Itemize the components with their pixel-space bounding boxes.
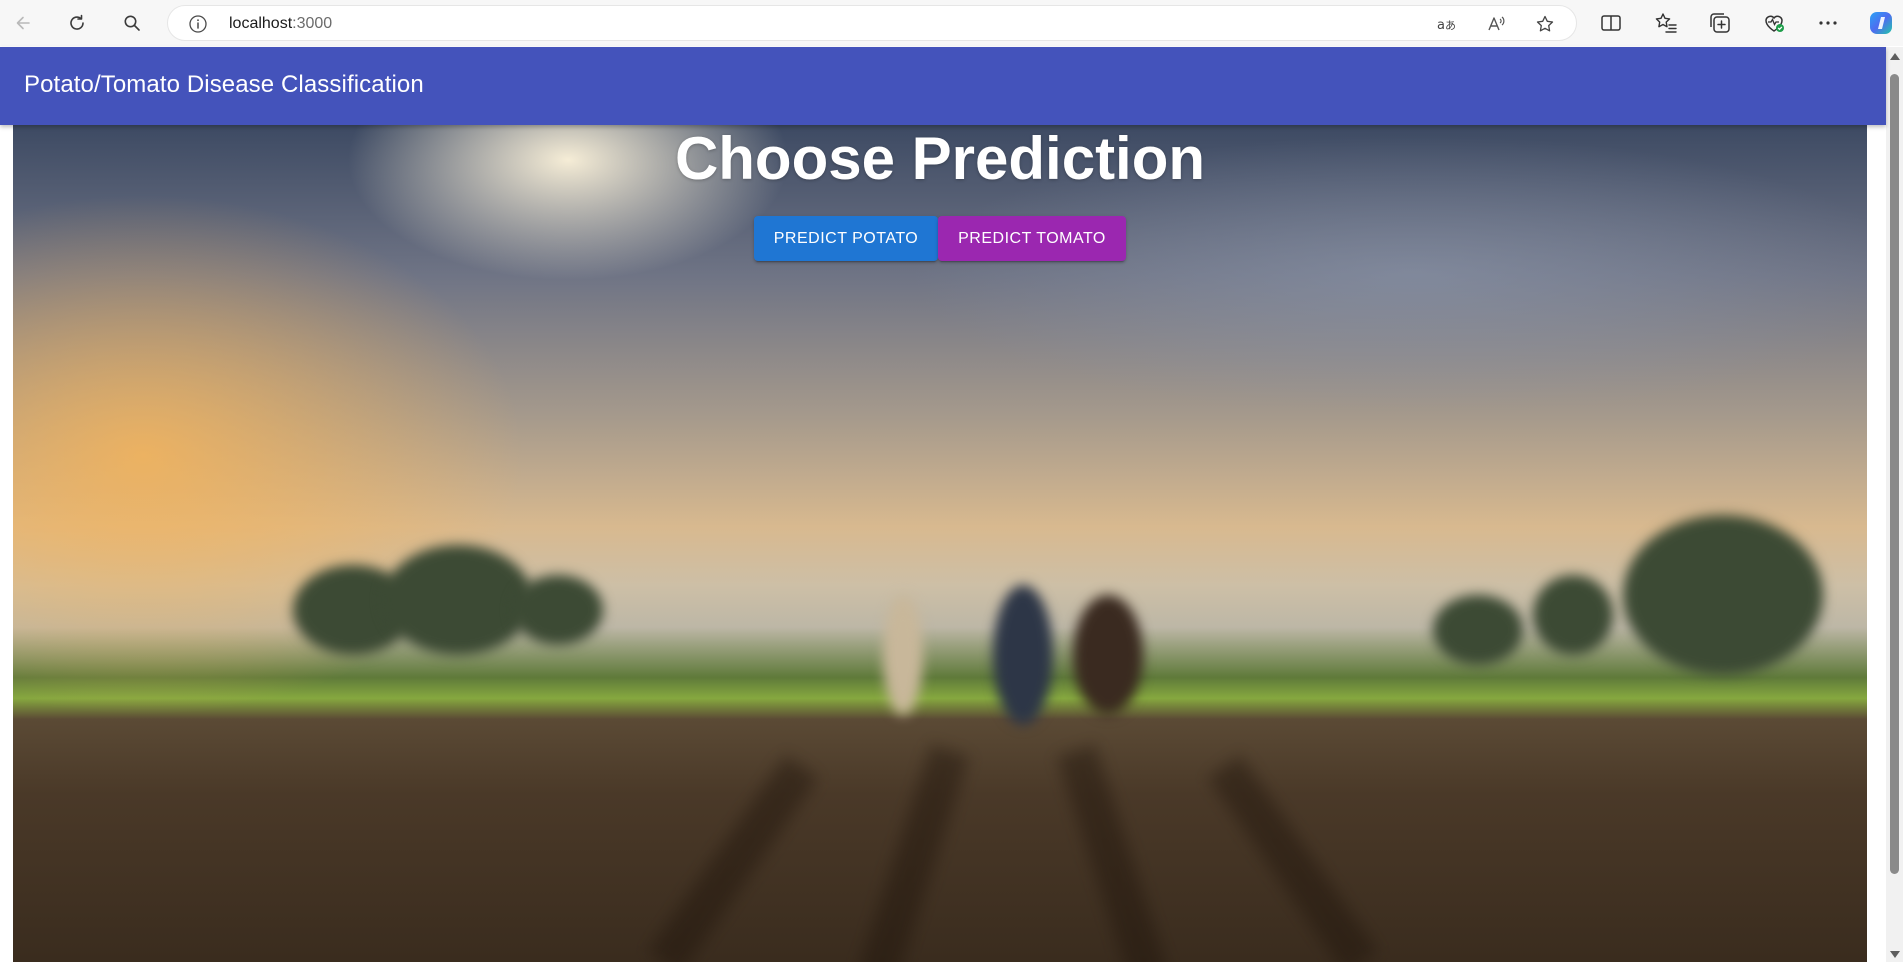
page-title: Choose Prediction <box>674 125 1206 192</box>
more-options-icon[interactable] <box>1816 11 1840 35</box>
app-title: Potato/Tomato Disease Classification <box>24 71 424 98</box>
read-aloud-icon[interactable] <box>1486 14 1506 34</box>
scroll-down-arrow-icon[interactable] <box>1890 951 1900 958</box>
reload-button[interactable] <box>60 6 94 40</box>
site-info-icon[interactable] <box>188 14 208 34</box>
vertical-scrollbar[interactable] <box>1886 47 1903 962</box>
svg-text:a: a <box>1437 18 1445 33</box>
back-button[interactable] <box>6 6 40 40</box>
prediction-button-group: PREDICT POTATO PREDICT TOMATO <box>754 216 1126 261</box>
search-button[interactable] <box>115 6 149 40</box>
reload-icon <box>70 14 84 30</box>
address-url[interactable]: localhost:3000 <box>229 15 332 33</box>
address-host: localhost <box>229 15 293 32</box>
search-icon <box>124 15 140 31</box>
predict-tomato-button[interactable]: PREDICT TOMATO <box>938 216 1126 261</box>
copilot-icon[interactable] <box>1867 9 1895 37</box>
translate-icon[interactable]: a あ <box>1436 14 1456 34</box>
predict-potato-button[interactable]: PREDICT POTATO <box>754 216 938 261</box>
scroll-thumb[interactable] <box>1890 74 1899 874</box>
svg-text:あ: あ <box>1445 19 1456 32</box>
favorites-list-icon[interactable] <box>1654 11 1678 35</box>
split-screen-icon[interactable] <box>1599 11 1623 35</box>
back-arrow-icon <box>16 16 30 30</box>
address-bar[interactable]: localhost:3000 a あ <box>167 5 1577 41</box>
browser-toolbar: localhost:3000 a あ <box>0 0 1903 46</box>
address-port: :3000 <box>292 15 333 32</box>
favorite-star-icon[interactable] <box>1535 14 1555 34</box>
browser-essentials-icon[interactable] <box>1762 11 1786 35</box>
collections-icon[interactable] <box>1708 11 1732 35</box>
app-bar: Potato/Tomato Disease Classification <box>0 47 1886 125</box>
scroll-up-arrow-icon[interactable] <box>1890 53 1900 60</box>
